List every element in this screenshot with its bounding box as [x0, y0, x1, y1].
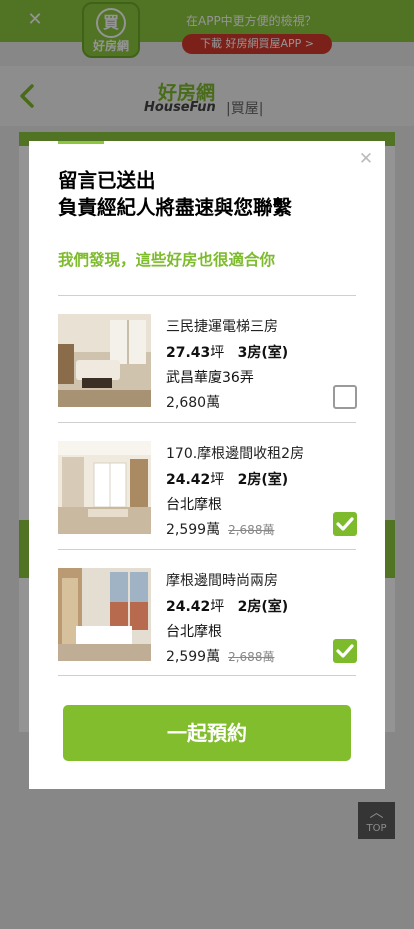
- listing-price: 2,680萬: [166, 395, 221, 411]
- listing-specs: 24.42坪 2房(室): [166, 469, 288, 489]
- listing-size-unit: 坪: [210, 345, 225, 361]
- listing-size-unit: 坪: [210, 599, 225, 615]
- modal-subtitle: 我們發現，這些好房也很適合你: [58, 251, 276, 269]
- listing-item[interactable]: 170.摩根邊間收租2房 24.42坪 2房(室) 台北摩根 2,599萬 2,6…: [58, 423, 357, 549]
- listing-specs: 24.42坪 2房(室): [166, 596, 288, 616]
- listing-checkbox[interactable]: [333, 639, 357, 663]
- modal-title-line2: 負責經紀人將盡速與您聯繫: [58, 196, 293, 219]
- recommendation-modal: ✕ 留言已送出 負責經紀人將盡速與您聯繫 我們發現，這些好房也很適合你 三民捷運…: [29, 141, 385, 789]
- listing-price-row: 2,599萬 2,688萬: [166, 519, 274, 539]
- listing-title[interactable]: 三民捷運電梯三房: [166, 316, 278, 336]
- listing-area: 台北摩根: [166, 497, 222, 513]
- listing-rooms: 2房(室): [237, 472, 289, 488]
- listing-photo[interactable]: [58, 568, 151, 661]
- listing-title[interactable]: 170.摩根邊間收租2房: [166, 443, 304, 463]
- listing-item[interactable]: 摩根邊間時尚兩房 24.42坪 2房(室) 台北摩根 2,599萬 2,688萬: [58, 550, 357, 676]
- listing-specs: 27.43坪 3房(室): [166, 342, 288, 362]
- book-together-button[interactable]: 一起預約: [63, 705, 351, 761]
- listing-rooms: 3房(室): [237, 345, 289, 361]
- listing-photo[interactable]: [58, 441, 151, 534]
- modal-accent-line: [58, 141, 104, 144]
- listing-area: 武昌華廈36弄: [166, 370, 254, 386]
- listing-price: 2,599萬: [166, 649, 221, 665]
- listing-photo-image: [58, 568, 151, 661]
- listing-size-unit: 坪: [210, 472, 225, 488]
- listing-checkbox[interactable]: [333, 512, 357, 536]
- listing-size: 27.43: [166, 345, 211, 361]
- modal-title: 留言已送出 負責經紀人將盡速與您聯繫: [58, 167, 358, 221]
- listing-rooms: 2房(室): [237, 599, 289, 615]
- listing-price-row: 2,599萬 2,688萬: [166, 646, 274, 666]
- listing-old-price: 2,688萬: [228, 523, 275, 537]
- listing-area: 台北摩根: [166, 624, 222, 640]
- listing-size: 24.42: [166, 599, 211, 615]
- check-icon: [336, 517, 354, 531]
- listing-photo[interactable]: [58, 314, 151, 407]
- listing-price-row: 2,680萬: [166, 392, 220, 412]
- listing-item[interactable]: 三民捷運電梯三房 27.43坪 3房(室) 武昌華廈36弄 2,680萬: [58, 296, 357, 422]
- listing-size: 24.42: [166, 472, 211, 488]
- modal-title-line1: 留言已送出: [58, 169, 156, 192]
- listing-photo-image: [58, 441, 151, 534]
- listing-photo-image: [58, 314, 151, 407]
- listing-title[interactable]: 摩根邊間時尚兩房: [166, 570, 278, 590]
- listing-checkbox[interactable]: [333, 385, 357, 409]
- divider: [58, 675, 356, 676]
- listing-old-price: 2,688萬: [228, 650, 275, 664]
- listing-price: 2,599萬: [166, 522, 221, 538]
- check-icon: [336, 644, 354, 658]
- close-icon[interactable]: ✕: [357, 149, 375, 169]
